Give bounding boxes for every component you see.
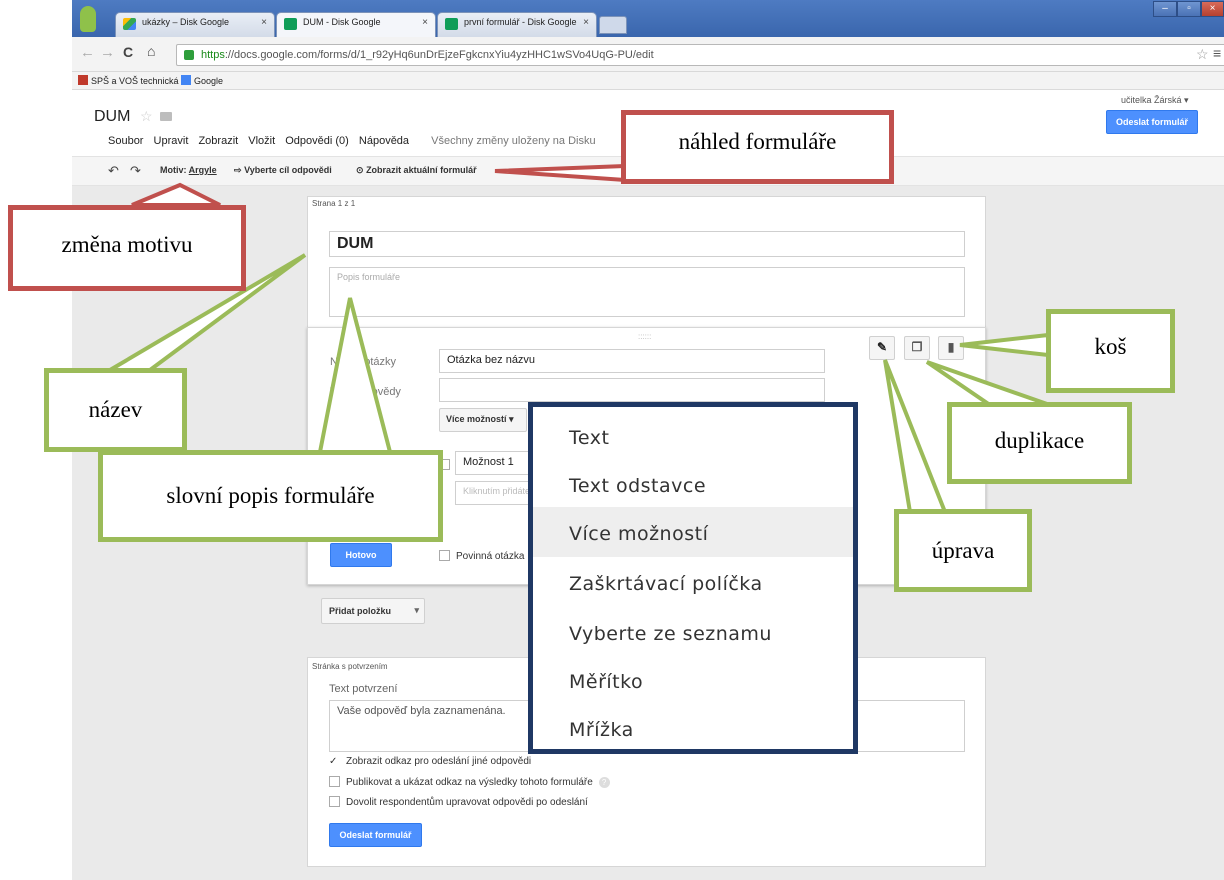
pointer-preview: [494, 163, 627, 183]
callout-edit-text: úprava: [931, 538, 995, 563]
callout-duplicate: duplikace: [947, 402, 1132, 484]
menu-item-checkboxes[interactable]: Zaškrtávací políčka: [533, 557, 853, 607]
callout-title: název: [44, 368, 187, 452]
callout-preview: náhled formuláře: [621, 110, 894, 184]
menu-item-paragraph[interactable]: Text odstavce: [533, 459, 853, 509]
pointer-trash: [959, 332, 1050, 358]
callout-trash-text: koš: [1094, 334, 1127, 359]
menu-item-text[interactable]: Text: [533, 411, 853, 461]
callout-theme: změna motivu: [8, 205, 246, 291]
pointer-description: [317, 297, 393, 454]
pointer-theme: [131, 182, 221, 207]
question-type-menu: Text Text odstavce Více možností Zaškrtá…: [528, 402, 858, 754]
callout-preview-text: náhled formuláře: [678, 129, 837, 154]
callout-title-text: název: [88, 397, 143, 422]
callout-trash: koš: [1046, 309, 1175, 393]
menu-item-multiple-choice[interactable]: Více možností: [533, 507, 853, 557]
menu-item-list[interactable]: Vyberte ze seznamu: [533, 607, 853, 657]
callout-edit: úprava: [894, 509, 1032, 592]
pointer-edit: [883, 359, 948, 514]
callout-theme-text: změna motivu: [61, 232, 193, 257]
pointer-duplicate: [925, 360, 1051, 407]
menu-item-grid[interactable]: Mřížka: [533, 703, 853, 753]
callout-description: slovní popis formuláře: [98, 450, 443, 542]
callout-description-text: slovní popis formuláře: [166, 483, 375, 508]
callout-duplicate-text: duplikace: [994, 428, 1085, 453]
menu-item-scale[interactable]: Měřítko: [533, 655, 853, 705]
